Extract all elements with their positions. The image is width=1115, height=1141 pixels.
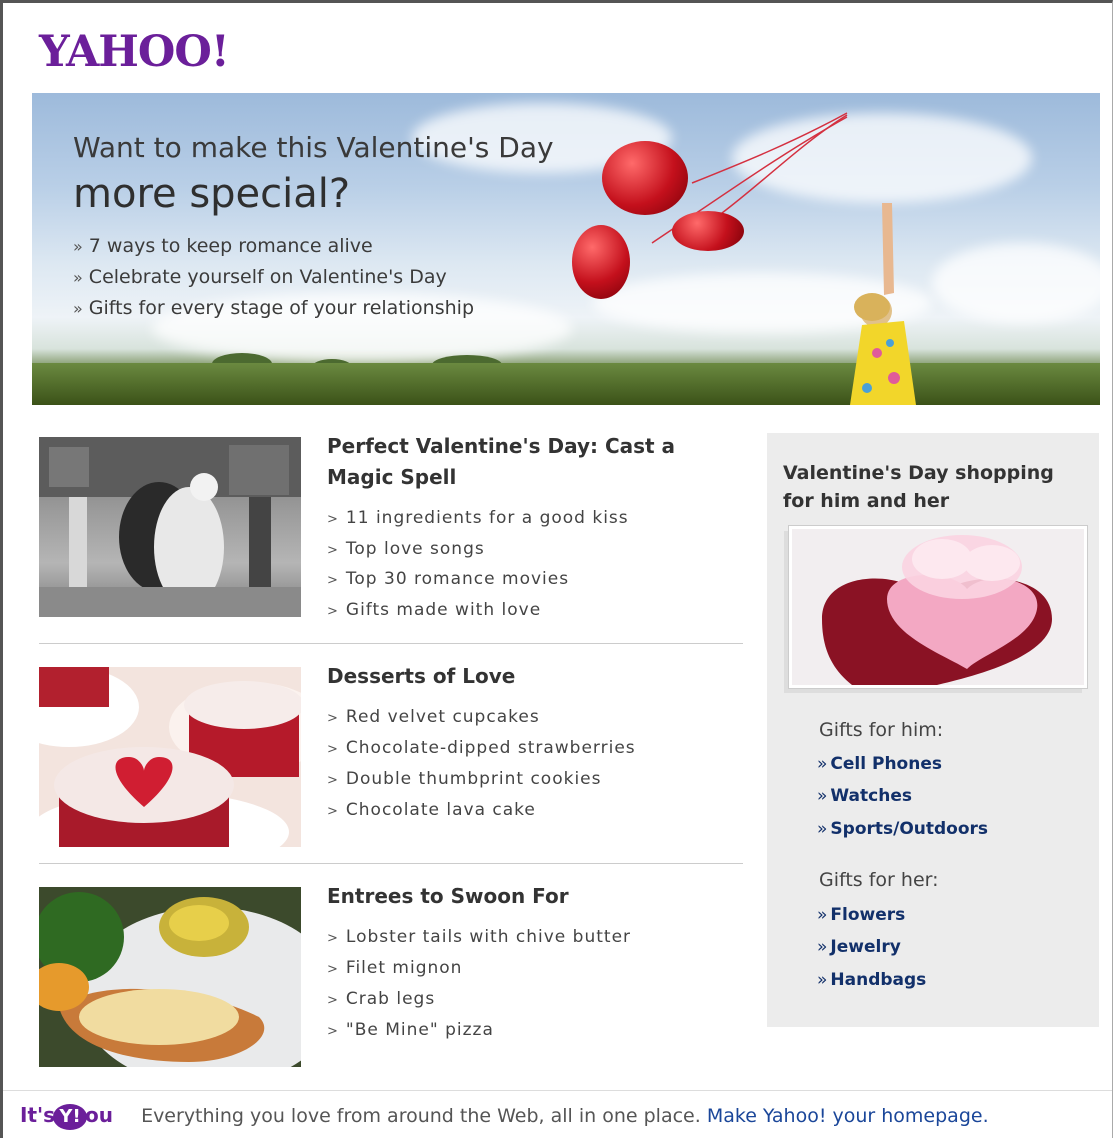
article-link[interactable]: >11 ingredients for a good kiss xyxy=(327,508,629,528)
email-frame: YAHOO! Want to make this Valentine's Day… xyxy=(0,0,1113,1138)
yahoo-logo[interactable]: YAHOO! xyxy=(39,27,230,77)
footer-message: Everything you love from around the Web,… xyxy=(141,1105,701,1127)
its-you-logo[interactable]: It's Y! ou xyxy=(20,1103,113,1130)
shopping-sidebar: Valentine's Day shopping for him and her… xyxy=(767,433,1099,1027)
gift-link[interactable]: » Handbags xyxy=(817,970,926,990)
article-link[interactable]: > Lobster tails with chive butter xyxy=(327,927,631,947)
gift-link[interactable]: » Sports/Outdoors xyxy=(817,819,988,839)
article-link[interactable]: > Chocolate lava cake xyxy=(327,800,536,820)
article-link[interactable]: > Filet mignon xyxy=(327,958,462,978)
gift-link[interactable]: » Cell Phones xyxy=(817,754,942,774)
gift-box-photo[interactable] xyxy=(789,526,1087,688)
heart-balloon-icon xyxy=(572,225,630,299)
article-link[interactable]: > Chocolate-dipped strawberries xyxy=(327,738,636,758)
gift-link[interactable]: » Jewelry xyxy=(817,937,901,957)
footer: It's Y! ou Everything you love from around… xyxy=(20,1103,989,1130)
footer-divider xyxy=(3,1090,1112,1091)
heart-balloon-icon xyxy=(672,211,744,251)
article-link[interactable]: > Double thumbprint cookies xyxy=(327,769,602,789)
gift-link[interactable]: » Flowers xyxy=(817,905,905,925)
sidebar-title: Valentine's Day shopping for him and her xyxy=(783,462,1054,512)
cupcakes-photo[interactable] xyxy=(39,667,301,847)
woman-figure xyxy=(850,203,916,405)
article-link[interactable]: > Top 30 romance movies xyxy=(327,569,569,589)
article-title[interactable]: Entrees to Swoon For xyxy=(327,881,727,912)
lobster-photo[interactable] xyxy=(39,887,301,1067)
hero-link[interactable]: » Celebrate yourself on Valentine's Day xyxy=(73,266,447,288)
article-link[interactable]: > Red velvet cupcakes xyxy=(327,707,540,727)
divider xyxy=(39,643,743,644)
hero-banner[interactable]: Want to make this Valentine's Day more s… xyxy=(32,93,1100,405)
article-title[interactable]: Perfect Valentine's Day: Cast a Magic Sp… xyxy=(327,431,727,493)
kiss-photo[interactable] xyxy=(39,437,301,617)
hero-title-line2: more special? xyxy=(73,171,351,217)
hero-link[interactable]: » 7 ways to keep romance alive xyxy=(73,235,373,257)
heart-balloon-icon xyxy=(602,141,688,215)
gifts-him-heading: Gifts for him: xyxy=(819,719,944,741)
hero-title-line1: Want to make this Valentine's Day xyxy=(73,131,554,164)
article-link[interactable]: > Gifts made with love xyxy=(327,600,541,620)
make-homepage-link[interactable]: Make Yahoo! your homepage. xyxy=(707,1105,989,1127)
article-link[interactable]: > Crab legs xyxy=(327,989,435,1009)
article-link[interactable]: > Top love songs xyxy=(327,539,485,559)
gifts-her-heading: Gifts for her: xyxy=(819,869,939,891)
article-link[interactable]: > "Be Mine" pizza xyxy=(327,1020,494,1040)
gift-link[interactable]: » Watches xyxy=(817,786,912,806)
hero-link[interactable]: » Gifts for every stage of your relations… xyxy=(73,297,474,319)
divider xyxy=(39,863,743,864)
article-title[interactable]: Desserts of Love xyxy=(327,661,727,692)
